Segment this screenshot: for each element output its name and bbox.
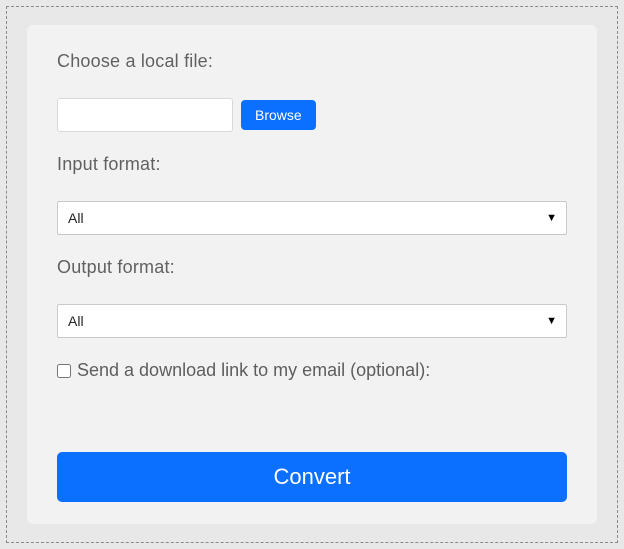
file-row: Browse [57,98,567,132]
output-format-select-wrap: All ▼ [57,304,567,338]
input-format-select-wrap: All ▼ [57,201,567,235]
browse-button[interactable]: Browse [241,100,316,130]
email-checkbox[interactable] [57,364,71,378]
file-path-input[interactable] [57,98,233,132]
input-format-label: Input format: [57,154,567,175]
convert-button[interactable]: Convert [57,452,567,502]
output-format-label: Output format: [57,257,567,278]
convert-panel: Choose a local file: Browse Input format… [27,25,597,524]
email-option-label: Send a download link to my email (option… [77,360,430,381]
upload-dropzone[interactable]: Choose a local file: Browse Input format… [6,6,618,543]
choose-file-label: Choose a local file: [57,51,567,72]
input-format-select[interactable]: All [57,201,567,235]
email-option-row: Send a download link to my email (option… [57,360,567,381]
output-format-select[interactable]: All [57,304,567,338]
